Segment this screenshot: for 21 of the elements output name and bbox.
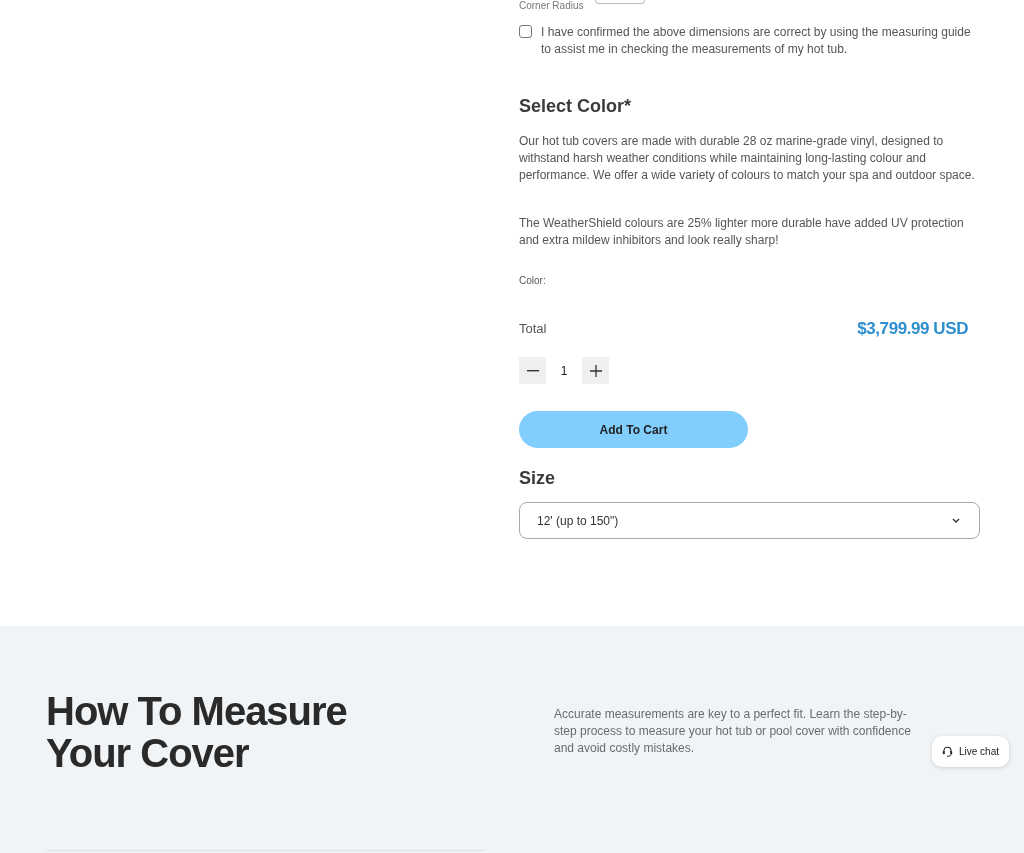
plus-icon <box>589 364 602 377</box>
minus-icon <box>526 369 539 372</box>
section-description: Accurate measurements are key to a perfect fit. Learn the step-by-step process to measure your hot tub or pool cover with confidence and avoid costly mistakes. <box>554 706 912 757</box>
total-label: Total <box>519 320 547 338</box>
description-text: The WeatherShield colours are 25% lighter more durable have added UV protection and extra mildew inhibitors and look really sharp! <box>519 215 965 249</box>
size-dropdown[interactable]: 12' (up to 150") <box>519 502 980 539</box>
section-title: How To Measure Your Cover <box>46 690 348 774</box>
increase-button[interactable] <box>582 357 609 384</box>
total-price: $3,799.99 USD <box>857 318 968 340</box>
color-label: Color: <box>519 275 547 287</box>
field-label: Corner Radius <box>519 0 584 11</box>
quantity-value: 1 <box>559 362 569 379</box>
chevron-down-icon <box>952 518 960 523</box>
section-heading: Size <box>519 467 557 489</box>
section-heading: Select Color* <box>519 95 633 117</box>
live-chat-button[interactable]: Live chat <box>932 736 1009 767</box>
headset-icon <box>942 746 953 757</box>
description-text: Our hot tub covers are made with durable 28 oz marine-grade vinyl, designed to withstand harsh weather conditions while maintaining long-lasting colour and performance. We offer a wide variety of colours to match your spa and outdoor space. <box>519 133 976 184</box>
add-to-cart-button[interactable]: Add To Cart <box>519 411 748 448</box>
checkbox[interactable] <box>519 25 532 38</box>
confirmation-text: I have confirmed the above dimensions are correct by using the measuring guide to assist me in checking the measurements of my hot tub. <box>541 24 972 58</box>
